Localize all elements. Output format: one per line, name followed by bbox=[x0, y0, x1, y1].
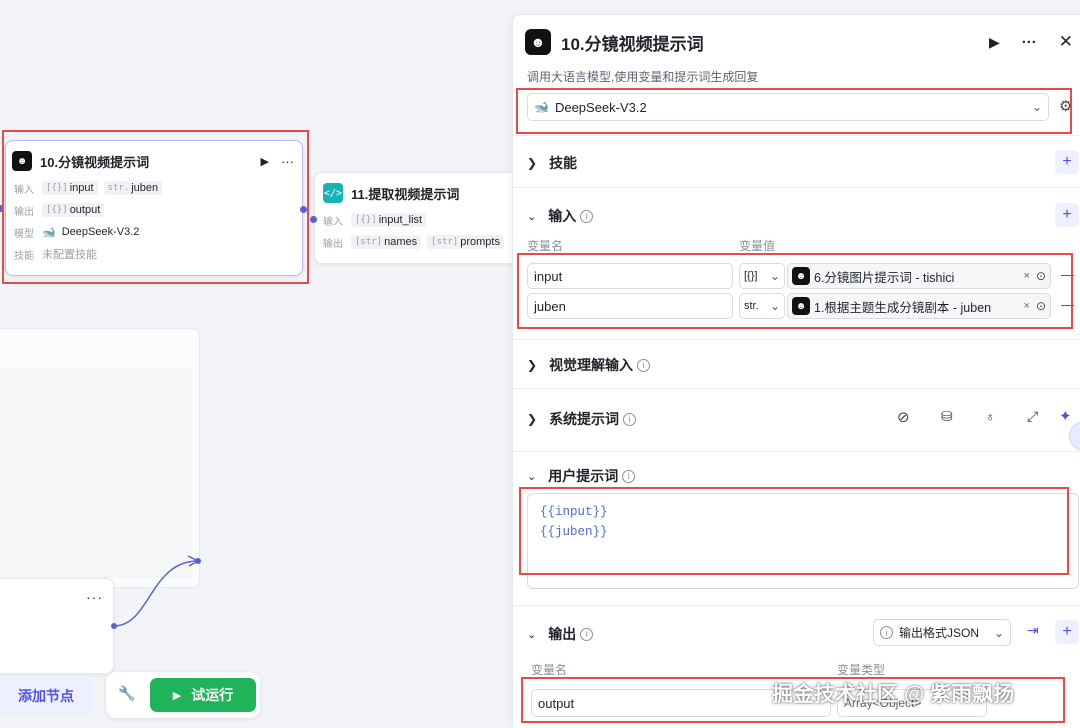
out-var-type-header: 变量类型 bbox=[837, 663, 886, 677]
var-value-header: 变量值 bbox=[739, 239, 776, 253]
panel-subtitle: 调用大语言模型,使用变量和提示词生成回复 bbox=[527, 70, 759, 84]
test-run-button[interactable]: ▶ 试运行 bbox=[150, 678, 256, 712]
code-icon: </> bbox=[323, 183, 343, 203]
close-icon[interactable]: ✕ bbox=[1059, 32, 1073, 52]
node-output-label: 输出 bbox=[14, 206, 34, 218]
output-tag: [{}] output bbox=[42, 203, 105, 217]
input-ref-field[interactable]: ☻ 6.分镜图片提示词 - tishici × ⊙ bbox=[787, 263, 1051, 289]
node-config-panel: ☻ 10.分镜视频提示词 ▶ ··· ✕ 调用大语言模型,使用变量和提示词生成回… bbox=[512, 14, 1080, 728]
import-icon[interactable]: ⇥ bbox=[1027, 622, 1039, 639]
deepseek-icon: 🐋 bbox=[42, 226, 56, 239]
llm-avatar-icon: ☻ bbox=[525, 29, 551, 55]
connector-edge bbox=[111, 555, 201, 629]
lightbulb-icon[interactable]: ♁ bbox=[985, 408, 996, 424]
compass-icon[interactable]: ⊘ bbox=[897, 408, 910, 426]
llm-avatar-icon: ☻ bbox=[12, 151, 32, 171]
input-tag: str. juben bbox=[103, 181, 163, 195]
node-more-icon[interactable]: ··· bbox=[281, 154, 294, 169]
user-prompt-title: 用户提示词 bbox=[548, 468, 619, 484]
prompt-line: {{juben}} bbox=[540, 525, 608, 539]
canvas-group-inner bbox=[0, 368, 192, 578]
node-model-label: 模型 bbox=[14, 228, 34, 240]
info-icon: i bbox=[580, 627, 594, 641]
chevron-down-icon[interactable]: ⌄ bbox=[527, 470, 536, 483]
input-type-select[interactable]: [{}] ⌄ bbox=[739, 263, 785, 289]
partial-node[interactable]: ··· bbox=[0, 578, 114, 674]
output-format-select[interactable]: i 输出格式JSON ⌄ bbox=[873, 619, 1011, 646]
input-type-select[interactable]: str. ⌄ bbox=[739, 293, 785, 319]
watermark: 掘金技术社区 @ 紫雨飘扬 bbox=[772, 683, 1015, 706]
node-ref-icon: ☻ bbox=[792, 297, 810, 315]
chevron-right-icon[interactable]: ❯ bbox=[527, 358, 537, 372]
library-icon[interactable]: ⛁ bbox=[941, 408, 953, 425]
info-icon: i bbox=[623, 412, 637, 426]
chevron-down-icon: ⌄ bbox=[769, 299, 780, 313]
chevron-down-icon: ⌄ bbox=[769, 269, 780, 283]
node-10-title: 10.分镜视频提示词 bbox=[40, 154, 150, 170]
play-icon: ▶ bbox=[172, 689, 182, 702]
model-select[interactable]: 🐋 DeepSeek-V3.2 ⌄ bbox=[527, 93, 1049, 121]
input-tag: [{}] input bbox=[42, 181, 98, 195]
target-icon[interactable]: ⊙ bbox=[1036, 269, 1046, 283]
expand-icon[interactable]: ⤢ bbox=[1027, 408, 1038, 425]
remove-row-icon[interactable]: — bbox=[1061, 297, 1074, 312]
vision-title: 视觉理解输入 bbox=[549, 357, 634, 373]
add-output-button[interactable]: + bbox=[1055, 620, 1079, 644]
chevron-down-icon[interactable]: ⌄ bbox=[527, 210, 536, 223]
node-in-port[interactable] bbox=[310, 216, 317, 223]
panel-title: 10.分镜视频提示词 bbox=[561, 34, 704, 54]
gear-icon[interactable]: ⚙ bbox=[1059, 97, 1072, 115]
add-node-button[interactable]: 添加节点 bbox=[0, 676, 92, 716]
info-icon: i bbox=[637, 358, 651, 372]
chevron-down-icon: ⌄ bbox=[1031, 100, 1042, 114]
input-tag: [{}] input_list bbox=[351, 213, 427, 227]
chevron-right-icon[interactable]: ❯ bbox=[527, 156, 537, 170]
run-node-icon[interactable]: ▶ bbox=[989, 34, 1000, 51]
wrench-icon[interactable]: 🔧 bbox=[118, 685, 135, 702]
clear-icon[interactable]: × bbox=[1024, 300, 1030, 312]
remove-row-icon[interactable]: — bbox=[1061, 267, 1074, 282]
clear-icon[interactable]: × bbox=[1024, 270, 1030, 282]
node-out-port[interactable] bbox=[300, 206, 307, 213]
node-model-value: DeepSeek-V3.2 bbox=[61, 226, 140, 238]
var-name-header: 变量名 bbox=[527, 239, 564, 253]
info-icon: i bbox=[580, 209, 594, 223]
run-node-icon[interactable]: ▶ bbox=[261, 155, 269, 168]
user-prompt-editor[interactable]: {{input}} {{juben}} bbox=[527, 493, 1079, 589]
node-skill-value: 未配置技能 bbox=[42, 249, 97, 261]
out-var-name-header: 变量名 bbox=[531, 663, 568, 677]
sparkle-icon[interactable]: ✦ bbox=[1059, 407, 1072, 425]
more-icon[interactable]: ··· bbox=[1022, 34, 1037, 51]
add-skill-button[interactable]: + bbox=[1055, 150, 1079, 174]
input-var-name-field[interactable]: input bbox=[527, 263, 733, 289]
chevron-down-icon[interactable]: ⌄ bbox=[527, 628, 536, 641]
skills-title: 技能 bbox=[549, 155, 578, 171]
input-ref-field[interactable]: ☻ 1.根据主题生成分镜剧本 - juben × ⊙ bbox=[787, 293, 1051, 319]
info-icon: i bbox=[880, 626, 893, 639]
input-var-name-field[interactable]: juben bbox=[527, 293, 733, 319]
deepseek-icon: 🐋 bbox=[534, 100, 549, 114]
prompt-line: {{input}} bbox=[540, 505, 608, 519]
output-tag: [str] names bbox=[351, 235, 422, 249]
target-icon[interactable]: ⊙ bbox=[1036, 299, 1046, 313]
node-10-card[interactable]: ☻ 10.分镜视频提示词 ▶ ··· 输入 [{}] input str. jube… bbox=[5, 140, 303, 276]
node-ref-icon: ☻ bbox=[792, 267, 810, 285]
chevron-down-icon: ⌄ bbox=[993, 625, 1004, 640]
node-11-title: 11.提取视频提示词 bbox=[351, 186, 460, 202]
node-skill-label: 技能 bbox=[14, 250, 34, 262]
node-input-label: 输入 bbox=[323, 216, 343, 228]
output-title: 输出 bbox=[548, 626, 577, 642]
node-output-label: 输出 bbox=[323, 238, 343, 250]
output-tag: [str] prompts bbox=[427, 235, 504, 249]
info-icon: i bbox=[622, 469, 636, 483]
input-title: 输入 bbox=[548, 208, 577, 224]
add-input-button[interactable]: + bbox=[1055, 203, 1079, 227]
node-in-port[interactable] bbox=[0, 205, 4, 212]
system-prompt-title: 系统提示词 bbox=[549, 411, 620, 427]
chevron-right-icon[interactable]: ❯ bbox=[527, 412, 537, 426]
node-input-label: 输入 bbox=[14, 184, 34, 196]
node-11-card[interactable]: </> 11.提取视频提示词 输入 [{}] input_list 输出 [str… bbox=[314, 172, 524, 264]
floating-circle[interactable] bbox=[1069, 421, 1080, 451]
